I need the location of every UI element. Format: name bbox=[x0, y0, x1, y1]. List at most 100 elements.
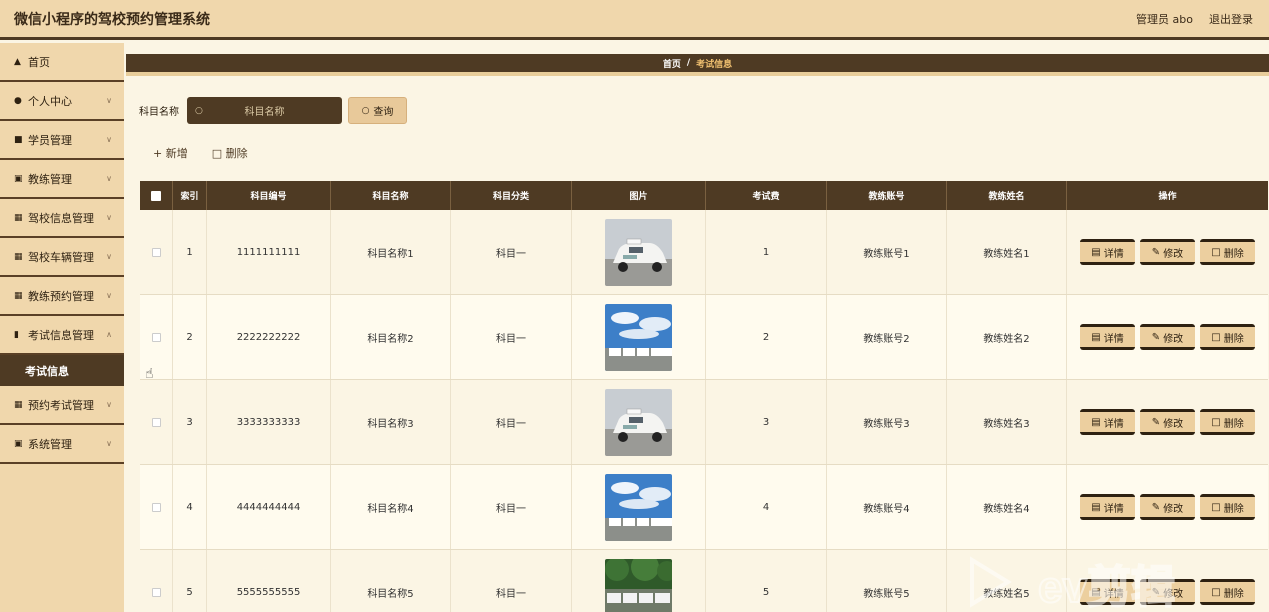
detail-button[interactable]: ▤ 详情 bbox=[1080, 409, 1135, 435]
cell-coach-name: 教练姓名3 bbox=[947, 380, 1067, 464]
car-image[interactable] bbox=[605, 218, 672, 286]
detail-button[interactable]: ▤ 详情 bbox=[1080, 494, 1135, 520]
cell-category: 科目一 bbox=[451, 210, 572, 294]
document-icon: ▤ bbox=[1091, 331, 1101, 343]
chevron-down-icon: ∨ bbox=[106, 439, 112, 448]
edit-button[interactable]: ✎ 修改 bbox=[1140, 409, 1195, 435]
car-lot-image[interactable] bbox=[605, 473, 672, 541]
main-content: 首页 / 考试信息 科目名称 ○ 科目名称 ○ 查询 + 新增 □ 删除 索引 … bbox=[126, 43, 1269, 612]
sidebar-item-coach-booking[interactable]: ▦ 教练预约管理 ∨ bbox=[0, 277, 124, 316]
sidebar-item-school-info[interactable]: ▦ 驾校信息管理 ∨ bbox=[0, 199, 124, 238]
delete-label: 删除 bbox=[1223, 418, 1244, 430]
col-header: 科目分类 bbox=[451, 181, 572, 210]
edit-button[interactable]: ✎ 修改 bbox=[1140, 239, 1195, 265]
col-header: 教练姓名 bbox=[947, 181, 1067, 210]
add-button[interactable]: + 新增 bbox=[153, 145, 188, 161]
col-header: 图片 bbox=[572, 181, 706, 210]
row-select-cell bbox=[140, 550, 173, 612]
add-label: 新增 bbox=[165, 147, 188, 160]
row-actions: ▤ 详情 ✎ 修改 □ 删除 bbox=[1080, 494, 1255, 520]
row-checkbox[interactable] bbox=[151, 502, 161, 512]
cell-category: 科目一 bbox=[451, 380, 572, 464]
hand-cursor-icon: ☝ bbox=[145, 366, 154, 382]
col-header: 考试费 bbox=[706, 181, 827, 210]
trash-icon: □ bbox=[1211, 331, 1221, 343]
cell-ops: ▤ 详情 ✎ 修改 □ 删除 bbox=[1067, 210, 1268, 294]
car-image[interactable] bbox=[605, 388, 672, 456]
user-label[interactable]: 管理员 abo bbox=[1136, 11, 1193, 27]
sidebar-subitem-exam-info[interactable]: 考试信息 bbox=[0, 355, 124, 386]
grid-icon: ▦ bbox=[14, 212, 23, 223]
sidebar-item-home[interactable]: ▲ 首页 bbox=[0, 43, 124, 82]
pencil-icon: ✎ bbox=[1151, 246, 1161, 258]
delete-button[interactable]: □ 删除 bbox=[1200, 324, 1255, 350]
row-checkbox[interactable] bbox=[151, 417, 161, 427]
col-header: 科目名称 bbox=[331, 181, 451, 210]
table-row: 2 2222222222 科目名称2 科目一 2 教练账号2 教练姓名2 ▤ 详情… bbox=[140, 295, 1268, 380]
cell-index: 3 bbox=[173, 380, 207, 464]
row-checkbox[interactable] bbox=[151, 587, 161, 597]
trash-icon: □ bbox=[1211, 246, 1221, 258]
document-icon: ▤ bbox=[1091, 501, 1101, 513]
cell-coach-name: 教练姓名1 bbox=[947, 210, 1067, 294]
logout-link[interactable]: 退出登录 bbox=[1209, 11, 1253, 27]
delete-label: 删除 bbox=[225, 147, 248, 160]
delete-label: 删除 bbox=[1223, 503, 1244, 515]
detail-button[interactable]: ▤ 详情 bbox=[1080, 239, 1135, 265]
delete-button[interactable]: □ 删除 bbox=[1200, 494, 1255, 520]
row-checkbox[interactable] bbox=[151, 247, 161, 257]
search-placeholder: 科目名称 bbox=[244, 107, 285, 118]
search-button[interactable]: ○ 查询 bbox=[348, 97, 407, 124]
cell-image bbox=[572, 550, 706, 612]
cell-fee: 2 bbox=[706, 295, 827, 379]
search-label: 科目名称 bbox=[139, 107, 179, 118]
bar-chart-icon: ▮ bbox=[14, 329, 19, 340]
chevron-up-icon: ∧ bbox=[106, 330, 112, 339]
search-icon: ○ bbox=[361, 105, 370, 116]
table-row: 4 4444444444 科目名称4 科目一 4 教练账号4 教练姓名4 ▤ 详情… bbox=[140, 465, 1268, 550]
sidebar-item-students[interactable]: ■ 学员管理 ∨ bbox=[0, 121, 124, 160]
edit-button[interactable]: ✎ 修改 bbox=[1140, 494, 1195, 520]
sidebar-item-exam-info[interactable]: ▮ 考试信息管理 ∧ bbox=[0, 316, 124, 355]
car-trees-image[interactable] bbox=[605, 558, 672, 612]
cell-name: 科目名称5 bbox=[331, 550, 451, 612]
detail-button[interactable]: ▤ 详情 bbox=[1080, 324, 1135, 350]
edit-button[interactable]: ✎ 修改 bbox=[1140, 324, 1195, 350]
briefcase-icon: ■ bbox=[14, 134, 23, 145]
detail-label: 详情 bbox=[1103, 248, 1124, 260]
edit-label: 修改 bbox=[1163, 503, 1184, 515]
chevron-down-icon: ∨ bbox=[106, 96, 112, 105]
select-all-checkbox[interactable] bbox=[151, 190, 161, 201]
row-checkbox[interactable] bbox=[151, 332, 161, 342]
breadcrumb-home[interactable]: 首页 bbox=[663, 57, 681, 70]
detail-label: 详情 bbox=[1103, 503, 1124, 515]
delete-button[interactable]: □ 删除 bbox=[1200, 409, 1255, 435]
cell-index: 1 bbox=[173, 210, 207, 294]
car-lot-image[interactable] bbox=[605, 303, 672, 371]
cell-index: 5 bbox=[173, 550, 207, 612]
batch-delete-button[interactable]: □ 删除 bbox=[212, 145, 248, 161]
app-title: 微信小程序的驾校预约管理系统 bbox=[14, 11, 210, 28]
clipboard-icon: ▣ bbox=[14, 173, 23, 184]
delete-button[interactable]: □ 删除 bbox=[1200, 239, 1255, 265]
sidebar-item-label: 系统管理 bbox=[28, 437, 72, 451]
sidebar-item-label: 驾校信息管理 bbox=[28, 211, 94, 225]
sidebar-item-personal[interactable]: ● 个人中心 ∨ bbox=[0, 82, 124, 121]
sidebar-item-system[interactable]: ▣ 系统管理 ∨ bbox=[0, 425, 124, 464]
chevron-down-icon: ∨ bbox=[106, 400, 112, 409]
cell-coach-name: 教练姓名2 bbox=[947, 295, 1067, 379]
sidebar-item-vehicles[interactable]: ▦ 驾校车辆管理 ∨ bbox=[0, 238, 124, 277]
edit-label: 修改 bbox=[1163, 248, 1184, 260]
search-input[interactable]: ○ 科目名称 bbox=[187, 97, 342, 124]
sidebar-item-exam-booking[interactable]: ▦ 预约考试管理 ∨ bbox=[0, 386, 124, 425]
sidebar-item-label: 考试信息管理 bbox=[28, 328, 94, 342]
row-actions: ▤ 详情 ✎ 修改 □ 删除 bbox=[1080, 324, 1255, 350]
sidebar-item-coaches[interactable]: ▣ 教练管理 ∨ bbox=[0, 160, 124, 199]
trash-icon: □ bbox=[1211, 501, 1221, 513]
select-all-cell bbox=[140, 181, 173, 210]
cell-category: 科目一 bbox=[451, 295, 572, 379]
cell-ops: ▤ 详情 ✎ 修改 □ 删除 bbox=[1067, 380, 1268, 464]
cell-coach-name: 教练姓名4 bbox=[947, 465, 1067, 549]
edit-label: 修改 bbox=[1163, 418, 1184, 430]
cell-coach-account: 教练账号4 bbox=[827, 465, 947, 549]
